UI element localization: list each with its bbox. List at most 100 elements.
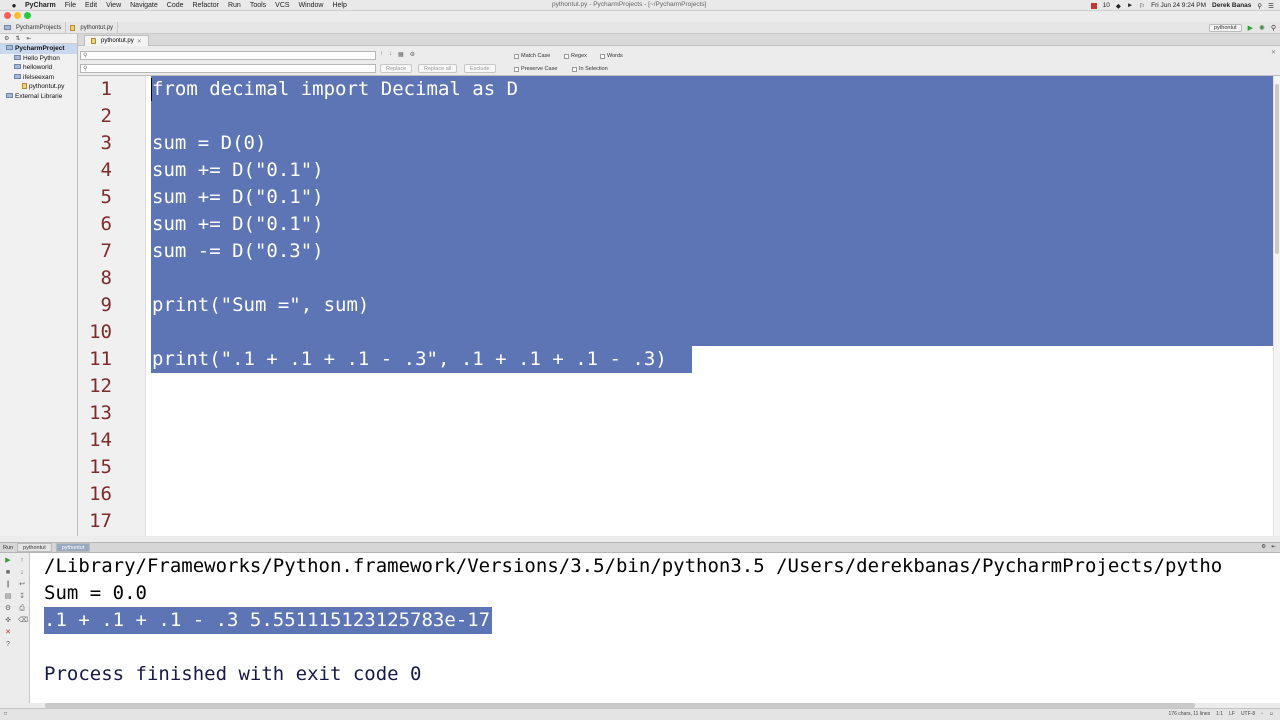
find-input[interactable]: ⚲ [80, 51, 376, 60]
code-line[interactable]: from decimal import Decimal as D [152, 76, 518, 103]
tree-item[interactable]: ifelseexam [0, 73, 77, 83]
replace-button[interactable]: Replace [380, 64, 413, 73]
volume-icon[interactable]: ► [1127, 2, 1133, 9]
status-caret-position[interactable]: 1:1 [1216, 711, 1223, 717]
run-tab[interactable]: pythontut [17, 543, 52, 552]
regex-option[interactable]: Regex [564, 53, 587, 59]
code-line[interactable]: sum -= D("0.3") [152, 238, 324, 265]
exclude-button[interactable]: Exclude [464, 64, 496, 73]
run-tab-active[interactable]: pythontut [55, 543, 91, 552]
wifi-icon[interactable]: ◆ [1116, 2, 1121, 10]
hide-panel-icon[interactable]: ⇤ [26, 35, 31, 42]
menu-run[interactable]: Run [228, 2, 241, 9]
run-panel-label: Run [3, 544, 14, 551]
notification-icon[interactable]: ☰ [1268, 2, 1274, 10]
battery-level[interactable]: 10 [1103, 2, 1110, 9]
code-editor[interactable]: 1 2 3 4 5 6 7 8 9 10 11 12 13 14 15 16 1… [78, 76, 1280, 536]
next-occurrence-icon[interactable]: ↓ [389, 51, 392, 58]
spotlight-icon[interactable]: ⚲ [1257, 2, 1262, 10]
status-encoding[interactable]: UTF-8 [1241, 711, 1255, 717]
menu-tools[interactable]: Tools [250, 2, 266, 9]
previous-occurrence-icon[interactable]: ↑ [380, 51, 383, 58]
tree-item[interactable]: Hello Python [0, 54, 77, 64]
menu-view[interactable]: View [106, 2, 121, 9]
code-line[interactable]: sum = D(0) [152, 130, 266, 157]
breadcrumb-file[interactable]: pythontut.py [66, 22, 119, 33]
words-option[interactable]: Words [600, 53, 623, 59]
menu-help[interactable]: Help [332, 2, 346, 9]
tree-item[interactable]: pythontut.py [0, 82, 77, 92]
code-line[interactable]: sum += D("0.1") [152, 184, 324, 211]
console-exit-message[interactable]: Process finished with exit code 0 [44, 661, 422, 688]
python-file-icon [70, 24, 76, 31]
editor-vertical-scrollbar[interactable] [1273, 76, 1280, 536]
menu-navigate[interactable]: Navigate [130, 2, 158, 9]
tree-project-root[interactable]: PycharmProject [0, 44, 77, 54]
close-icon[interactable]: ✕ [4, 629, 12, 637]
match-case-option[interactable]: Match Case [514, 53, 550, 59]
scroll-down-icon[interactable]: ↓ [18, 569, 26, 577]
clear-all-icon[interactable]: ⌫ [18, 617, 28, 625]
rerun-icon[interactable]: ▶ [4, 557, 12, 565]
run-icon[interactable]: ▶ [1248, 24, 1253, 32]
console-line-selected[interactable]: .1 + .1 + .1 - .3 5.551115123125783e-17 [44, 607, 493, 634]
toggle-tool-windows-icon[interactable]: □ [4, 711, 7, 717]
menu-code[interactable]: Code [167, 2, 184, 9]
apple-icon[interactable]: ● [9, 1, 19, 10]
code-line[interactable]: sum += D("0.1") [152, 211, 324, 238]
status-line-ending[interactable]: LF [1229, 711, 1235, 717]
menu-vcs[interactable]: VCS [275, 2, 289, 9]
editor-tab-bar: pythontut.py ✕ [78, 34, 1280, 46]
lock-icon[interactable]: ▫ [1261, 711, 1263, 717]
flag-icon[interactable]: ⚐ [1139, 2, 1145, 10]
menu-file[interactable]: File [65, 2, 76, 9]
dump-threads-icon[interactable]: ▤ [4, 593, 12, 601]
help-icon[interactable]: ? [4, 641, 12, 649]
code-line[interactable]: print(".1 + .1 + .1 - .3", .1 + .1 + .1 … [152, 346, 667, 373]
preserve-case-option[interactable]: Preserve Case [514, 66, 557, 72]
breadcrumb-project[interactable]: PycharmProjects [0, 22, 67, 33]
print-icon[interactable]: ⎙ [18, 605, 26, 613]
collapse-all-icon[interactable]: ⇅ [15, 35, 20, 42]
minimize-window-button[interactable] [14, 12, 21, 19]
search-everywhere-icon[interactable]: ⚲ [1271, 24, 1276, 32]
record-icon[interactable] [1090, 2, 1097, 9]
tree-external-libraries[interactable]: External Librarie [0, 92, 77, 102]
menu-refactor[interactable]: Refactor [193, 2, 219, 9]
scroll-to-end-icon[interactable]: ↧ [18, 593, 26, 601]
inspector-icon[interactable]: ☺ [1269, 711, 1274, 717]
in-selection-option[interactable]: In Selection [572, 66, 608, 72]
settings-icon[interactable]: ⚙ [4, 605, 12, 613]
run-settings-icon[interactable]: ⚙ [1261, 544, 1266, 550]
select-all-occurrences-icon[interactable]: ▦ [398, 51, 404, 58]
menu-edit[interactable]: Edit [85, 2, 97, 9]
zoom-window-button[interactable] [24, 12, 31, 19]
console-line[interactable]: Sum = 0.0 [44, 580, 147, 607]
menu-window[interactable]: Window [299, 2, 324, 9]
clock-text[interactable]: Fri Jun 24 9:24 PM [1151, 2, 1206, 9]
menu-app-name[interactable]: PyCharm [25, 2, 56, 9]
replace-all-button[interactable]: Replace all [418, 64, 458, 73]
code-line[interactable]: sum += D("0.1") [152, 157, 324, 184]
replace-input[interactable]: ⚲ [80, 64, 376, 73]
close-window-button[interactable] [4, 12, 11, 19]
pause-icon[interactable]: ❙ [4, 581, 12, 589]
console-line[interactable]: /Library/Frameworks/Python.framework/Ver… [44, 553, 1222, 580]
soft-wrap-icon[interactable]: ↩ [18, 581, 26, 589]
debug-icon[interactable]: ✺ [1259, 24, 1265, 32]
scrollbar-thumb[interactable] [1275, 84, 1279, 254]
hide-run-panel-icon[interactable]: ⇤ [1271, 544, 1276, 550]
stop-icon[interactable]: ■ [4, 569, 12, 577]
tree-item[interactable]: helloworld [0, 63, 77, 73]
editor-tab-pythontut[interactable]: pythontut.py ✕ [84, 35, 149, 46]
project-settings-icon[interactable]: ⚙ [4, 35, 9, 42]
filter-icon[interactable]: ⚙ [410, 51, 415, 58]
close-find-icon[interactable]: ✕ [1271, 49, 1276, 56]
run-config-selector[interactable]: pythontut [1208, 24, 1242, 32]
run-console[interactable]: /Library/Frameworks/Python.framework/Ver… [30, 553, 1280, 703]
pin-icon[interactable]: ✜ [4, 617, 12, 625]
user-name[interactable]: Derek Banas [1212, 2, 1251, 9]
close-tab-icon[interactable]: ✕ [137, 38, 142, 45]
code-line[interactable]: print("Sum =", sum) [152, 292, 369, 319]
scroll-up-icon[interactable]: ↑ [18, 557, 26, 565]
